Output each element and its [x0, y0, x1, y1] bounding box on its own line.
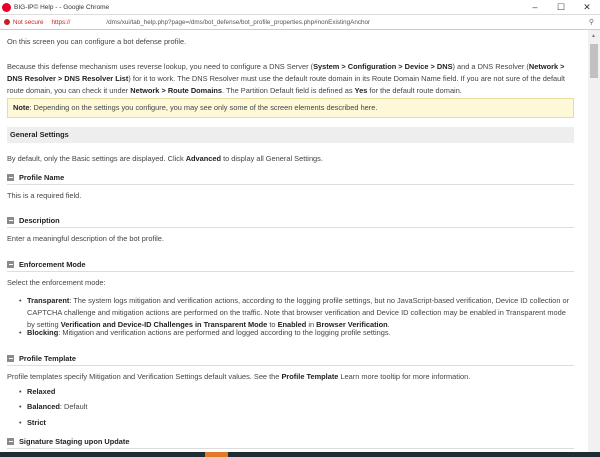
profile-name-header[interactable]: Profile Name [7, 171, 574, 185]
enforcement-text: Select the enforcement mode: [7, 277, 574, 289]
list-item: Balanced: Default [19, 401, 574, 413]
warning-icon [4, 19, 10, 25]
intro-text: On this screen you can configure a bot d… [7, 36, 574, 48]
minimize-button[interactable]: – [522, 2, 548, 13]
description-text: Enter a meaningful description of the bo… [7, 233, 574, 245]
text-segment: for the default route domain. [367, 86, 462, 95]
taskbar-app-icon[interactable] [205, 452, 228, 457]
address-bar[interactable]: Not secure https:// /dms/xui/tab_help.ph… [0, 15, 600, 30]
collapse-icon[interactable] [7, 438, 14, 445]
section-title: Signature Staging upon Update [19, 436, 130, 446]
list-item: Relaxed [19, 386, 574, 398]
help-content: On this screen you can configure a bot d… [0, 30, 588, 452]
note-box: Note: Depending on the settings you conf… [7, 98, 574, 118]
list-item: Blocking: Mitigation and verification ac… [19, 327, 574, 339]
collapse-icon[interactable] [7, 217, 14, 224]
text-segment: Because this defense mechanism uses reve… [7, 62, 314, 71]
description-header[interactable]: Description [7, 214, 574, 228]
text-segment: : Default [59, 402, 88, 411]
text-segment: : Depending on the settings you configur… [29, 103, 378, 112]
collapse-icon[interactable] [7, 261, 14, 268]
text-segment: By default, only the Basic settings are … [7, 154, 186, 163]
text-segment: . The Partition Default field is defined… [222, 86, 355, 95]
window-title: BIG-IP© Help - - Google Chrome [14, 3, 110, 11]
collapse-icon[interactable] [7, 174, 14, 181]
text-segment: Select the enforcement mode: [7, 278, 106, 287]
profile-template-header[interactable]: Profile Template [7, 352, 574, 366]
close-button[interactable]: ✕ [574, 2, 600, 13]
taskbar [0, 452, 600, 457]
bold-term: Note [13, 103, 30, 112]
bold-term: Relaxed [27, 387, 56, 396]
bold-term: System > Configuration > Device > DNS [313, 62, 453, 71]
section-title: Enforcement Mode [19, 259, 86, 269]
bold-term: Transparent [27, 296, 70, 305]
scrollbar[interactable]: ▲ [588, 30, 600, 452]
profile-name-text: This is a required field. [7, 190, 574, 202]
text-segment: On this screen you can configure a bot d… [7, 37, 187, 46]
bold-term: Balanced [27, 402, 60, 411]
scroll-up-icon[interactable]: ▲ [591, 33, 596, 39]
zoom-icon[interactable]: ⚲ [589, 18, 594, 26]
text-segment: This is a required field. [7, 191, 82, 200]
list-item: Transparent: The system logs mitigation … [19, 295, 574, 331]
bold-term: Yes [354, 86, 368, 95]
signature-staging-header[interactable]: Signature Staging upon Update [7, 435, 574, 449]
note-text: Note: Depending on the settings you conf… [13, 99, 568, 117]
text-segment: Profile templates specify Mitigation and… [7, 372, 282, 381]
template-text: Profile templates specify Mitigation and… [7, 371, 574, 383]
scrollbar-thumb[interactable] [590, 44, 598, 78]
section-title: Profile Name [19, 172, 65, 182]
f5-logo-icon [2, 2, 11, 12]
text-segment: ) and a DNS Resolver ( [452, 62, 529, 71]
bold-term: Profile Template [281, 372, 339, 381]
collapse-icon[interactable] [7, 355, 14, 362]
list-item: Strict [19, 417, 574, 429]
bold-term: Advanced [185, 154, 222, 163]
url-path: /dms/xui/tab_help.php?page=/dms/bot_defe… [106, 18, 371, 26]
text-segment: : Mitigation and verification actions ar… [58, 328, 391, 337]
text-segment: to display all General Settings. [221, 154, 323, 163]
text-segment: Enter a meaningful description of the bo… [7, 234, 164, 243]
url-scheme: https:// [51, 18, 71, 26]
not-secure-label[interactable]: Not secure [13, 19, 43, 26]
title-bar: BIG-IP© Help - - Google Chrome – ☐ ✕ [0, 0, 600, 15]
section-title: Description [19, 215, 60, 225]
bold-term: Blocking [27, 328, 59, 337]
enforcement-mode-header[interactable]: Enforcement Mode [7, 258, 574, 272]
bold-term: Strict [27, 418, 46, 427]
dns-text: Because this defense mechanism uses reve… [7, 61, 574, 97]
maximize-button[interactable]: ☐ [548, 2, 574, 13]
bold-term: Network > Route Domains [130, 86, 223, 95]
general-settings-header: General Settings [7, 127, 574, 143]
text-segment: Learn more tooltip for more information. [338, 372, 471, 381]
section-title: Profile Template [19, 353, 76, 363]
general-settings-text: By default, only the Basic settings are … [7, 153, 574, 165]
